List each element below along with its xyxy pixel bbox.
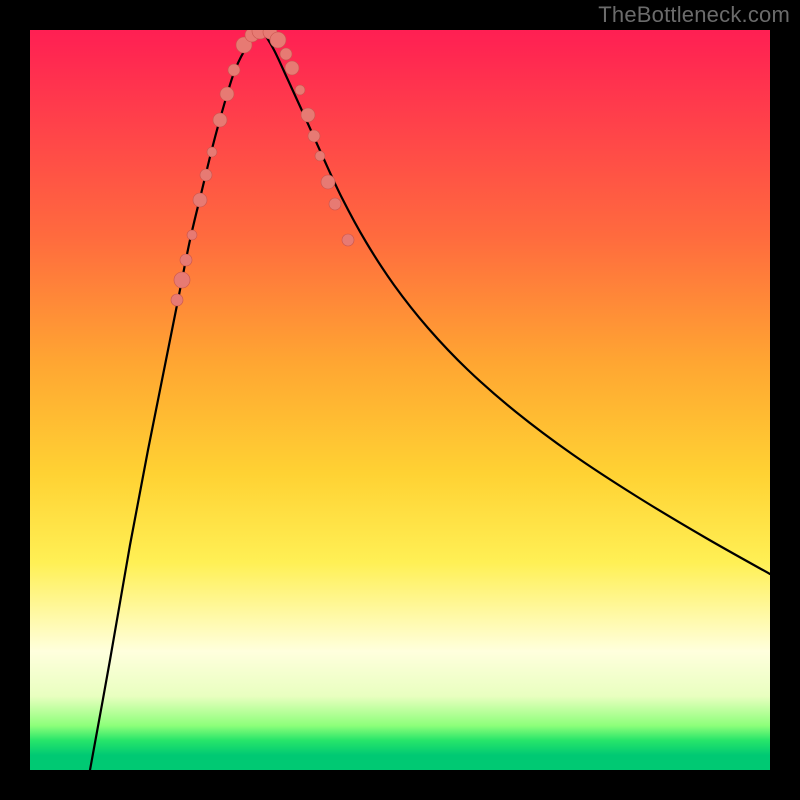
left-curve [90, 30, 262, 770]
data-point [315, 151, 325, 161]
data-point [228, 64, 240, 76]
right-curve [262, 30, 770, 574]
data-point [213, 113, 227, 127]
data-point [270, 32, 286, 48]
data-point [200, 169, 212, 181]
data-point [193, 193, 207, 207]
data-point [295, 85, 305, 95]
data-point [207, 147, 217, 157]
data-point [308, 130, 320, 142]
plot-area [30, 30, 770, 770]
data-point [301, 108, 315, 122]
data-point [280, 48, 292, 60]
data-point [180, 254, 192, 266]
data-point [220, 87, 234, 101]
chart-frame: TheBottleneck.com [0, 0, 800, 800]
data-point [342, 234, 354, 246]
data-point [187, 230, 197, 240]
data-point [171, 294, 183, 306]
data-point [174, 272, 190, 288]
watermark-text: TheBottleneck.com [598, 2, 790, 28]
curve-layer [30, 30, 770, 770]
data-point [329, 198, 341, 210]
data-point [285, 61, 299, 75]
data-points-group [171, 30, 354, 306]
data-point [321, 175, 335, 189]
